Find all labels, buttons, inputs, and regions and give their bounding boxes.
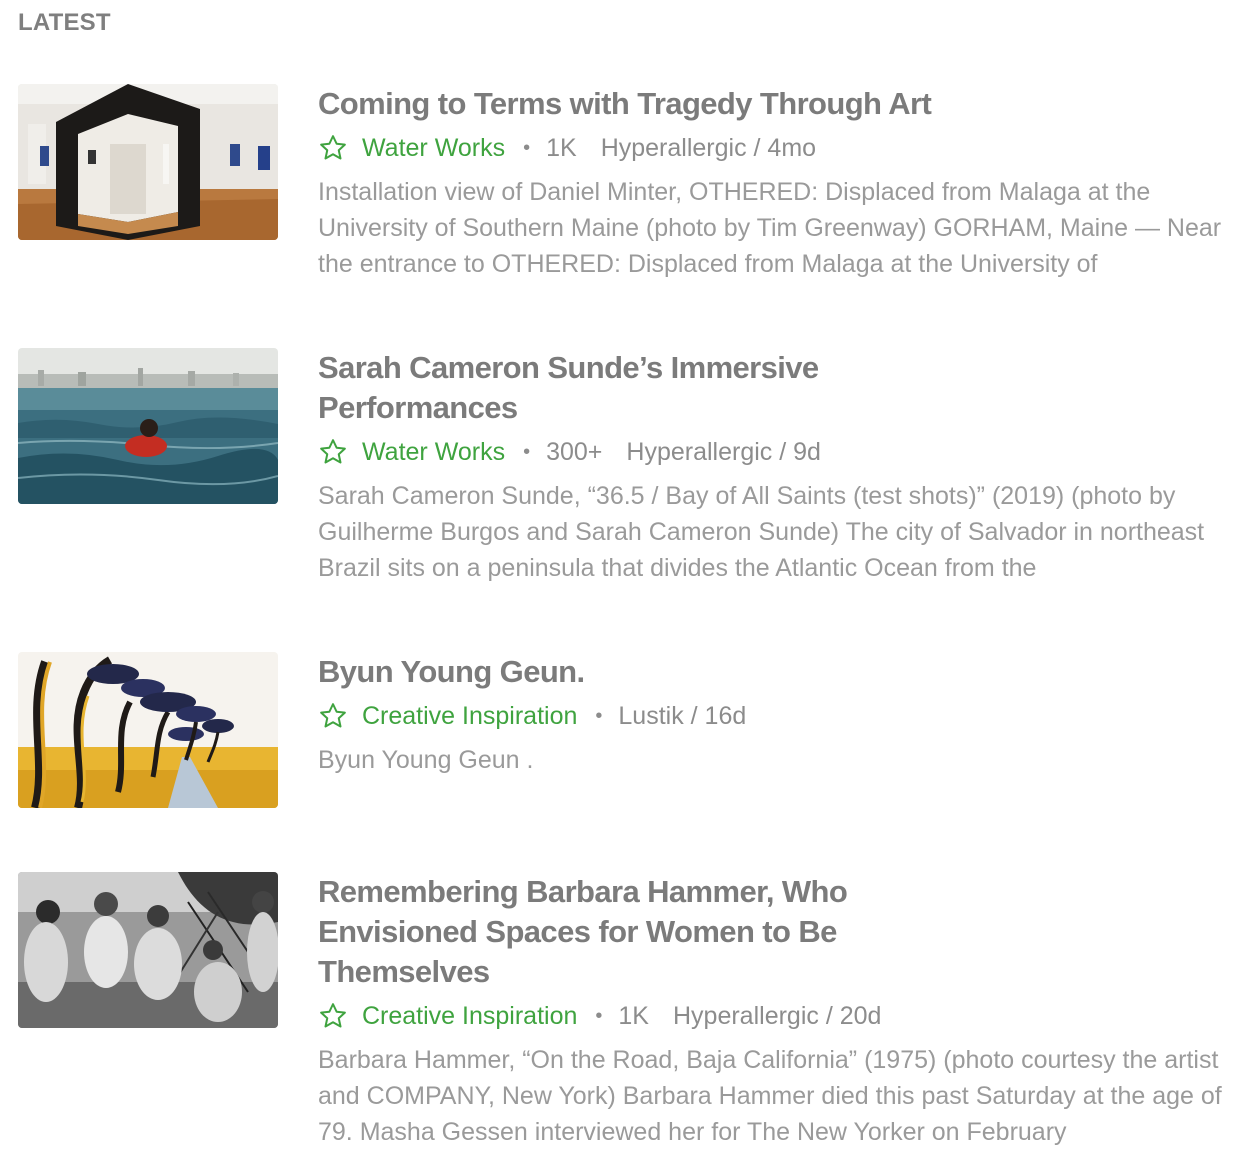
source-age: Hyperallergic / 4mo [600,133,817,162]
separator-dot: • [595,704,603,727]
article-summary: Byun Young Geun . [318,746,534,774]
article-summary: Installation view of Daniel Minter, OTHE… [318,178,1222,278]
article-title[interactable]: Byun Young Geun. [318,652,1228,692]
feed-name-link[interactable]: Water Works [362,438,505,467]
feed-name-link[interactable]: Creative Inspiration [362,702,577,731]
separator-dot: • [595,1004,603,1027]
separator-dot: • [523,136,531,159]
article-meta: Creative Inspiration • Lustik / 16d [318,696,1228,736]
feed-name-link[interactable]: Water Works [362,134,505,163]
article-summary: Sarah Cameron Sunde, “36.5 / Bay of All … [318,482,1205,582]
black-and-white-group-thumbnail[interactable] [18,872,278,1028]
source-age: Hyperallergic / 9d [626,437,821,466]
separator-dot: • [523,440,531,463]
article-meta: Water Works • 300+ Hyperallergic / 9d [318,432,1228,472]
popularity-count: 1K [546,133,577,162]
feed-name-link[interactable]: Creative Inspiration [362,1002,577,1031]
article-title[interactable]: Sarah Cameron Sunde’s Immersive Performa… [318,348,838,428]
article-summary: Barbara Hammer, “On the Road, Baja Calif… [318,1046,1222,1146]
star-icon[interactable] [318,133,348,163]
article-content: Sarah Cameron Sunde’s Immersive Performa… [318,348,1228,586]
popularity-count: 300+ [546,437,603,466]
star-icon[interactable] [318,701,348,731]
article-content: Byun Young Geun. Creative Inspiration • … [318,652,1228,782]
star-icon[interactable] [318,437,348,467]
article-meta: Creative Inspiration • 1K Hyperallergic … [318,996,1228,1036]
star-icon[interactable] [318,1001,348,1031]
article-content: Remembering Barbara Hammer, Who Envision… [318,872,1228,1150]
article-meta: Water Works • 1K Hyperallergic / 4mo [318,128,1228,168]
popularity-count: 1K [618,1001,649,1030]
section-title: LATEST [18,9,111,36]
gallery-installation-thumbnail[interactable] [18,84,278,240]
article-content: Coming to Terms with Tragedy Through Art… [318,84,1228,282]
source-age: Lustik / 16d [618,701,747,730]
source-age: Hyperallergic / 20d [673,1001,882,1030]
painted-trees-thumbnail[interactable] [18,652,278,808]
person-in-sea-thumbnail[interactable] [18,348,278,504]
article-title[interactable]: Remembering Barbara Hammer, Who Envision… [318,872,878,992]
article-title[interactable]: Coming to Terms with Tragedy Through Art [318,84,1228,124]
